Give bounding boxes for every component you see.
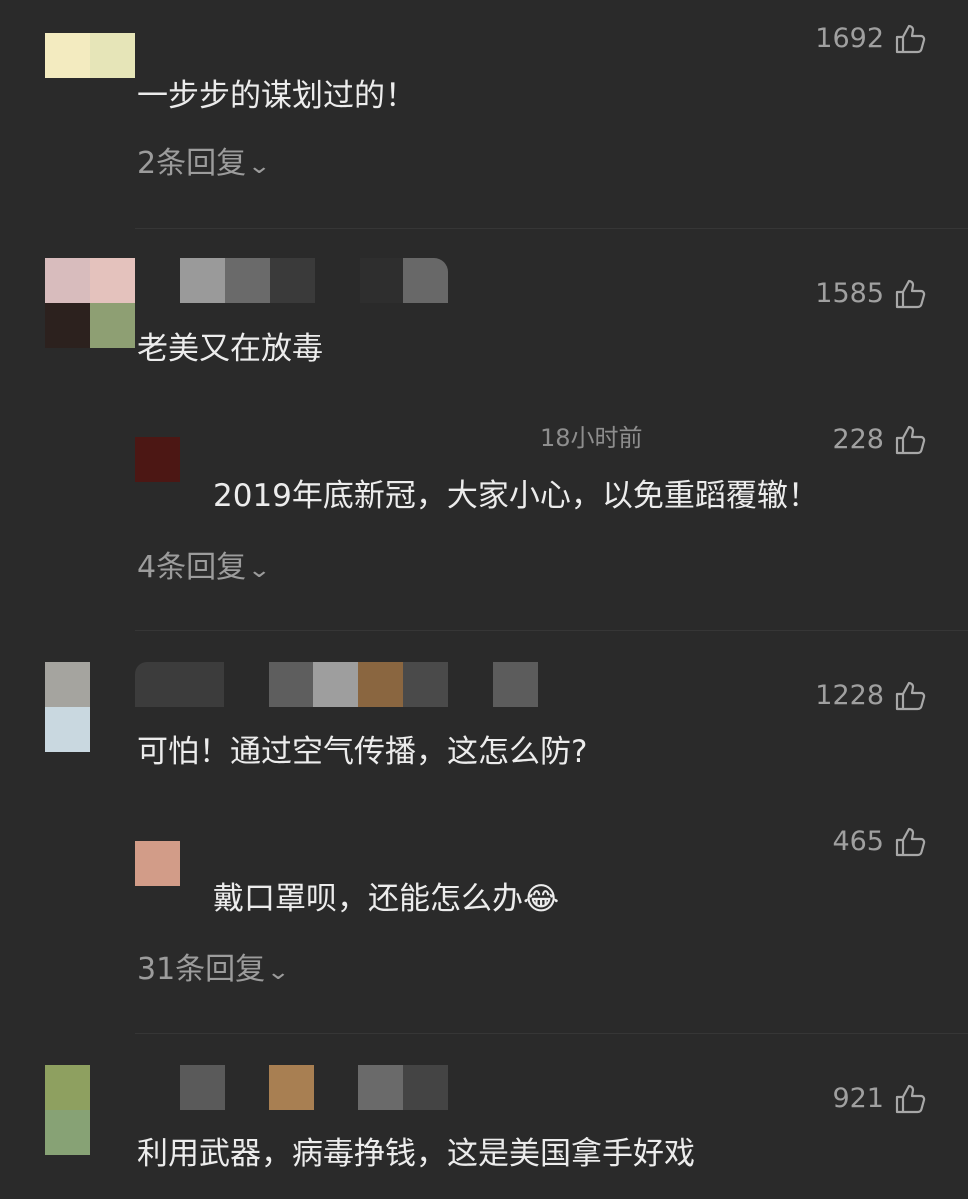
thumbs-up-icon (894, 826, 926, 858)
like-count: 1585 (815, 278, 884, 309)
avatar[interactable] (45, 662, 90, 752)
name-pixel (180, 1065, 225, 1110)
reply-avatar[interactable] (135, 437, 180, 482)
avatar-pixel (45, 662, 90, 707)
avatar-pixel (90, 258, 135, 303)
divider (135, 228, 968, 229)
chevron-down-icon: ⌄ (247, 154, 272, 179)
avatar[interactable] (45, 258, 135, 348)
chevron-down-icon: ⌄ (266, 960, 291, 985)
like-button[interactable]: 228 (832, 422, 926, 458)
like-count: 1228 (815, 680, 884, 711)
username-mosaic[interactable] (135, 662, 538, 707)
name-pixel (358, 1065, 403, 1110)
avatar-pixel (90, 303, 135, 348)
like-button[interactable]: 921 (832, 1081, 926, 1117)
name-pixel (358, 662, 403, 707)
like-button[interactable]: 1692 (815, 21, 926, 57)
like-count: 1692 (815, 23, 884, 54)
avatar-pixel (45, 1110, 90, 1155)
reply-text-content: 戴口罩呗，还能怎么办 (213, 881, 523, 917)
replies-label: 2条回复 (137, 146, 247, 181)
name-pixel (225, 258, 270, 303)
thumbs-up-icon (894, 680, 926, 712)
name-pixel (403, 1065, 448, 1110)
name-pixel (269, 1065, 314, 1110)
reply-text: 戴口罩呗，还能怎么办😂 (213, 879, 559, 919)
username-mosaic[interactable] (180, 1065, 448, 1110)
view-replies-button[interactable]: 4条回复⌄ (137, 548, 272, 591)
comment-text: 一步步的谋划过的！ (137, 78, 416, 114)
chevron-down-icon: ⌄ (247, 558, 272, 583)
thumbs-up-icon (894, 1083, 926, 1115)
name-pixel (135, 662, 224, 707)
avatar-pixel (45, 258, 90, 303)
name-pixel (313, 662, 358, 707)
name-pixel (269, 662, 314, 707)
like-count: 465 (832, 826, 884, 857)
name-pixel (403, 258, 448, 303)
thumbs-up-icon (894, 23, 926, 55)
name-pixel (493, 662, 538, 707)
avatar[interactable] (45, 1065, 90, 1155)
name-pixel (270, 258, 315, 303)
like-count: 921 (832, 1083, 884, 1114)
crying-laughing-emoji-icon: 😂 (523, 881, 560, 917)
view-replies-button[interactable]: 2条回复⌄ (137, 144, 272, 187)
reply-avatar[interactable] (135, 841, 180, 886)
username-mosaic[interactable] (180, 258, 448, 303)
avatar-pixel (45, 33, 90, 78)
avatar[interactable] (45, 33, 135, 78)
divider (135, 630, 968, 631)
replies-label: 4条回复 (137, 550, 247, 585)
avatar-pixel (45, 303, 90, 348)
comment-text: 可怕！通过空气传播，这怎么防? (137, 734, 588, 770)
name-pixel (360, 258, 405, 303)
name-pixel (403, 662, 448, 707)
thumbs-up-icon (894, 278, 926, 310)
avatar-pixel (45, 1065, 90, 1110)
comment-text: 利用武器，病毒挣钱，这是美国拿手好戏 (137, 1136, 695, 1172)
like-button[interactable]: 1228 (815, 678, 926, 714)
comment-text: 老美又在放毒 (137, 331, 323, 367)
avatar-pixel (45, 707, 90, 752)
name-pixel (180, 258, 225, 303)
replies-label: 31条回复 (137, 952, 266, 987)
like-button[interactable]: 1585 (815, 276, 926, 312)
thumbs-up-icon (894, 424, 926, 456)
view-replies-button[interactable]: 31条回复⌄ (137, 950, 291, 993)
reply-time: 18小时前 (540, 424, 643, 452)
reply-text: 2019年底新冠，大家小心，以免重蹈覆辙！ (213, 478, 819, 514)
like-count: 228 (832, 424, 884, 455)
like-button[interactable]: 465 (832, 824, 926, 860)
avatar-pixel (90, 33, 135, 78)
divider (135, 1033, 968, 1034)
